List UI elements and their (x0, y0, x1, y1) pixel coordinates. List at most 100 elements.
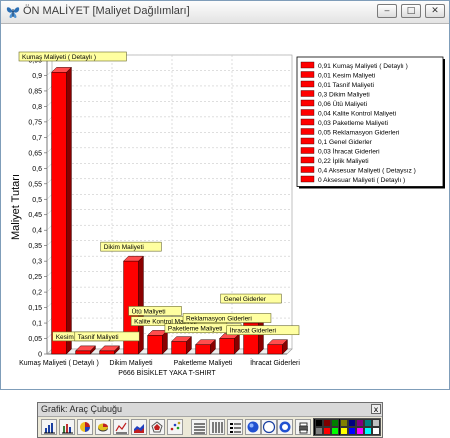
zoom-button[interactable] (277, 419, 293, 435)
color-swatch[interactable] (356, 419, 364, 427)
data-label: Ütü Maliyeti (132, 307, 166, 315)
color-swatch[interactable] (323, 427, 332, 435)
legend-button[interactable] (227, 419, 243, 435)
bar-side (66, 66, 72, 355)
scatter-chart-button[interactable] (167, 419, 183, 435)
bar-chart-button[interactable] (41, 419, 57, 435)
y-tick-label: 0,45 (28, 212, 42, 219)
line-chart-button[interactable] (113, 419, 129, 435)
bar-front (171, 341, 187, 355)
color-swatch[interactable] (356, 427, 364, 435)
line-chart-icon (115, 422, 127, 434)
bar[interactable] (50, 66, 73, 355)
area-chart-button[interactable] (131, 419, 147, 435)
chart-toolbar-window: Grafik: Araç Çubuğu x (37, 402, 383, 438)
color-swatch[interactable] (364, 419, 373, 427)
color-swatch[interactable] (347, 419, 356, 427)
grid-line-side (46, 163, 53, 169)
pie-chart-icon (80, 422, 90, 432)
data-label: Paketleme Maliyeti (168, 326, 223, 333)
minimize-icon: ‒ (384, 6, 390, 16)
area-chart-icon (134, 424, 144, 433)
bar[interactable] (170, 336, 193, 355)
legend-swatch (300, 61, 315, 69)
legend-swatch (300, 137, 315, 145)
window-title: ÖN MALİYET [Maliyet Dağılımları] (23, 5, 190, 17)
color-icon (262, 420, 276, 434)
maximize-icon: □ (406, 6, 416, 16)
x-tick-label: Dikim Maliyeti (109, 360, 153, 367)
legend-label: 0,91 Kumaş Maliyeti ( Detaylı ) (318, 63, 408, 70)
data-label: Dikim Maliyeti (104, 244, 144, 251)
color-swatch[interactable] (364, 427, 373, 435)
grid-line-side (46, 302, 53, 308)
grid-line-side (46, 271, 53, 277)
grid-line-side (46, 209, 53, 215)
y-tick-label: 0,75 (28, 119, 42, 126)
color-swatch[interactable] (331, 427, 340, 435)
scatter-chart-icon (170, 421, 181, 431)
y-tick-label: 0,8 (32, 104, 42, 111)
y-tick-label: 0,35 (28, 243, 42, 250)
color-swatch[interactable] (323, 419, 332, 427)
maximize-button[interactable]: □ (401, 4, 421, 18)
bar[interactable] (194, 339, 217, 355)
color-swatch[interactable] (315, 427, 323, 435)
color-swatch[interactable] (372, 419, 381, 427)
legend-swatch (300, 71, 315, 78)
grid-line-side (46, 225, 53, 231)
color-button[interactable] (261, 419, 277, 435)
bar-front (75, 350, 91, 355)
grid-horizontal-icon (212, 422, 223, 433)
pie-chart-3d-button[interactable] (95, 419, 111, 435)
bar[interactable] (242, 317, 265, 355)
color-swatch[interactable] (347, 427, 356, 435)
y-axis-label: Maliyet Tutarı (10, 174, 22, 240)
bar-chart: 0 0,05 0,1 0,15 0,2 0,25 0,3 0,35 0,4 0,45 0,5 0,55… (10, 51, 445, 377)
radar-chart-button[interactable] (149, 419, 165, 435)
bar-chart-3d-button[interactable] (59, 419, 75, 435)
bar[interactable] (266, 339, 289, 355)
toolbar-close-button[interactable]: x (371, 404, 381, 414)
grid-lines-button[interactable] (191, 419, 207, 435)
bar-front (51, 72, 67, 355)
legend-swatch (300, 175, 315, 183)
y-tick-label: 0,6 (32, 166, 42, 173)
close-button[interactable]: ✕ (425, 4, 445, 18)
legend-label: 0,05 Reklamasyon Giderleri (318, 130, 400, 137)
color-palette[interactable] (313, 418, 381, 436)
pie-chart-button[interactable] (77, 419, 93, 435)
butterfly-icon (6, 7, 20, 18)
legend-label: 0,04 Kalite Kontrol Maliyeti (318, 111, 397, 118)
y-tick-label: 0,85 (28, 88, 42, 95)
legend-swatch (300, 90, 315, 97)
minimize-button[interactable]: ‒ (377, 4, 397, 18)
bar[interactable] (218, 332, 241, 355)
chart-area: 0 0,05 0,1 0,15 0,2 0,25 0,3 0,35 0,4 0,45 0,5 0,55… (1, 24, 449, 389)
grid-line-side (46, 132, 53, 138)
color-swatch[interactable] (372, 427, 381, 435)
toolbar-title-bar[interactable]: Grafik: Araç Çubuğu x (38, 403, 382, 417)
color-swatch[interactable] (331, 419, 340, 427)
title-bar[interactable]: ÖN MALİYET [Maliyet Dağılımları] ‒ □ ✕ (1, 1, 449, 24)
grid-lines-icon (194, 423, 205, 434)
close-icon: ✕ (431, 6, 439, 16)
color-swatch[interactable] (315, 419, 323, 427)
bar[interactable] (146, 329, 169, 355)
color-swatch[interactable] (339, 419, 348, 427)
y-tick-label: 0,2 (32, 290, 42, 297)
font-button[interactable] (245, 419, 261, 435)
legend-label: 0,22 İplik Maliyeti (318, 156, 369, 165)
legend-swatch (300, 147, 315, 154)
legend-label: 0,01 Tasnif Maliyeti (318, 82, 374, 89)
print-button[interactable] (295, 419, 311, 435)
color-swatch[interactable] (339, 427, 348, 435)
grid-line-side (46, 70, 53, 76)
grid-horizontal-button[interactable] (209, 419, 225, 435)
x-tick-label: Paketleme Maliyeti (174, 360, 233, 367)
toolbar-title: Grafik: Araç Çubuğu (41, 404, 123, 414)
y-tick-label: 0,15 (28, 305, 42, 312)
legend-swatch (300, 166, 315, 173)
grid-line-side (46, 147, 53, 154)
close-icon: x (373, 405, 379, 414)
